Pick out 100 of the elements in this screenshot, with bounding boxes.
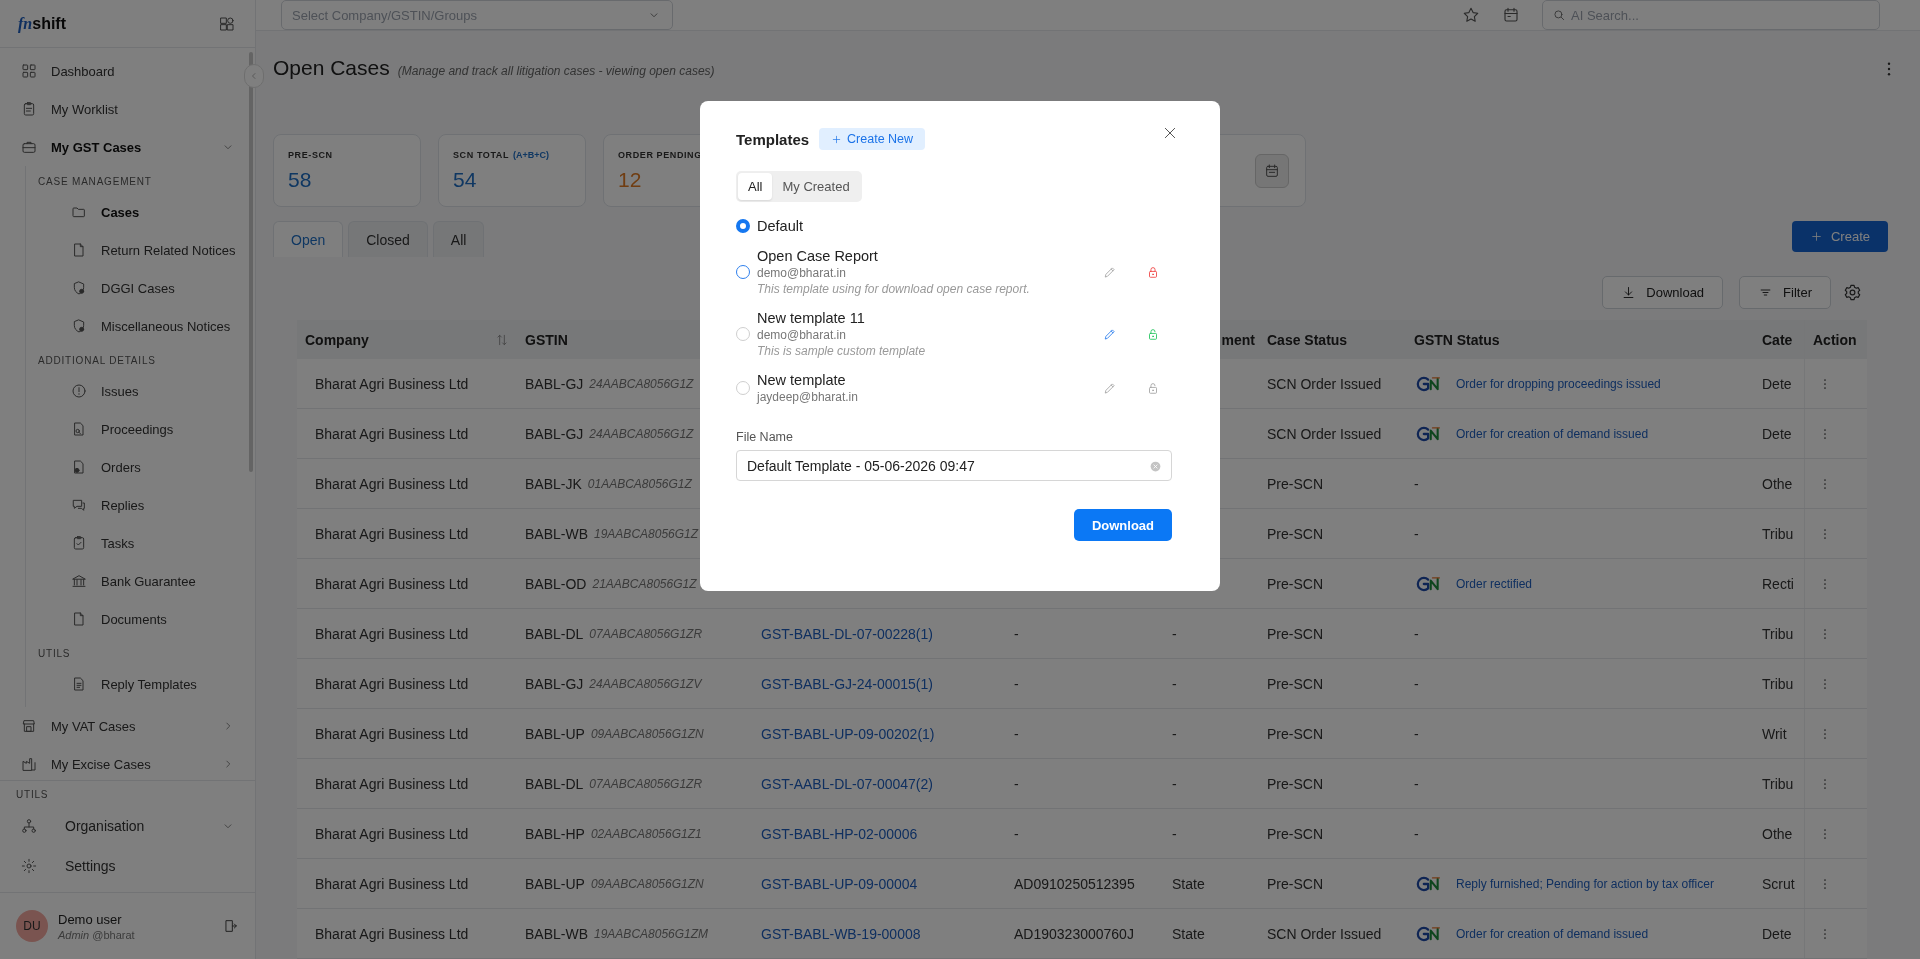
- nav-item[interactable]: DGGI Cases: [26, 269, 255, 307]
- nav-item[interactable]: Replies: [26, 486, 255, 524]
- radio-button[interactable]: [736, 219, 750, 233]
- calendar-button[interactable]: [1255, 153, 1289, 188]
- create-button[interactable]: Create: [1791, 221, 1888, 252]
- folder-icon: [71, 204, 87, 220]
- user-name: Demo user: [58, 911, 123, 927]
- table-cell: -: [1172, 725, 1177, 742]
- case-link[interactable]: GST-BABL-DL-07-00228(1): [761, 625, 933, 642]
- pencil-icon[interactable]: [1103, 265, 1117, 279]
- download-button[interactable]: Download: [1073, 509, 1172, 541]
- gstn-logo-icon: [1416, 924, 1442, 943]
- company-name: Bharat Agri Business Ltd: [315, 875, 469, 892]
- clear-icon[interactable]: [1149, 460, 1162, 473]
- table-cell: State: [1172, 925, 1205, 942]
- gstin-code: BABL-DL: [525, 775, 584, 792]
- dialog-title: Templates: [736, 130, 810, 148]
- gstin-number: 19AABCA8056G1ZM: [594, 926, 709, 941]
- page-tab[interactable]: Closed: [348, 221, 428, 257]
- page-subtitle: (Manage and track all litigation cases - viewing open cases): [397, 64, 715, 78]
- case-link[interactable]: GST-BABL-UP-09-00202(1): [761, 725, 935, 742]
- gstin-number: 02AABCA8056G1Z1: [590, 826, 702, 841]
- alert-icon: [71, 383, 87, 399]
- nav-item[interactable]: Miscellaneous Notices: [26, 307, 255, 345]
- nav-item[interactable]: Settings: [0, 846, 255, 886]
- plus-icon: [831, 133, 843, 145]
- gstn-logo-icon: [1416, 874, 1442, 893]
- nav-item[interactable]: Orders: [26, 448, 255, 486]
- stat-value: 54: [453, 168, 478, 192]
- pencil-icon[interactable]: [1103, 327, 1117, 341]
- lock-icon[interactable]: [1146, 265, 1160, 279]
- nav-item[interactable]: My VAT Cases: [0, 707, 255, 745]
- filter-button[interactable]: Filter: [1739, 276, 1831, 309]
- template-name: Default: [757, 218, 804, 234]
- table-cell: -: [1172, 625, 1177, 642]
- category-cell: Othe: [1762, 475, 1793, 492]
- logout-icon[interactable]: [223, 918, 239, 934]
- template-name: Open Case Report: [757, 248, 879, 264]
- sort-icon[interactable]: [495, 332, 509, 347]
- category-cell: Recti: [1762, 575, 1794, 592]
- case-status: Pre-SCN: [1267, 625, 1323, 642]
- section-label: UTILS: [37, 647, 72, 661]
- case-link[interactable]: GST-BABL-GJ-24-00015(1): [761, 675, 933, 692]
- nav-item[interactable]: Issues: [26, 372, 255, 410]
- company-name: Bharat Agri Business Ltd: [315, 725, 469, 742]
- filter-tab[interactable]: My Created: [772, 173, 860, 200]
- template-owner: demo@bharat.in: [757, 328, 847, 342]
- case-link[interactable]: GST-AABL-DL-07-00047(2): [761, 775, 933, 792]
- download-button[interactable]: Download: [1602, 276, 1724, 309]
- category-cell: Othe: [1762, 825, 1793, 842]
- file-name-field[interactable]: Default Template - 05-06-2026 09:47: [736, 450, 1172, 481]
- page-tab[interactable]: All: [432, 221, 485, 257]
- stat-value: 58: [288, 168, 313, 192]
- close-icon[interactable]: [1162, 125, 1178, 141]
- stat-value: 12: [618, 168, 643, 192]
- category-cell: Writ: [1762, 725, 1787, 742]
- nav-item[interactable]: Proceedings: [26, 410, 255, 448]
- table-cell: AD190323000760J: [1014, 925, 1134, 942]
- briefcase-icon: [21, 139, 37, 155]
- template-owner: demo@bharat.in: [757, 266, 847, 280]
- table-cell: -: [1172, 675, 1177, 692]
- gstin-code: BABL-UP: [525, 725, 585, 742]
- gstin-code: BABL-WB: [525, 925, 588, 942]
- case-status: Pre-SCN: [1267, 675, 1323, 692]
- network-icon: [21, 818, 37, 834]
- nav-item[interactable]: My Excise Cases: [0, 745, 255, 780]
- gstin-code: BABL-GJ: [525, 425, 584, 442]
- star-icon[interactable]: [1462, 6, 1480, 24]
- nav-item[interactable]: Bank Guarantee: [26, 562, 255, 600]
- create-new-button[interactable]: Create New: [819, 128, 926, 150]
- pencil-icon[interactable]: [1103, 381, 1117, 395]
- column-header: Action: [1813, 331, 1857, 348]
- page-tab[interactable]: Open: [273, 221, 344, 257]
- gstin-number: 24AABCA8056G1ZV: [589, 676, 702, 691]
- lock-icon[interactable]: [1146, 381, 1160, 395]
- calendar-icon[interactable]: [1502, 6, 1520, 24]
- nav-item[interactable]: Reply Templates: [26, 665, 255, 703]
- gstin-code: BABL-OD: [525, 575, 587, 592]
- company-name: Bharat Agri Business Ltd: [315, 675, 469, 692]
- section-label: ADDITIONAL DETAILS: [37, 354, 157, 368]
- column-header[interactable]: Company: [305, 331, 369, 348]
- column-header: Case Status: [1267, 331, 1348, 348]
- filter-tab[interactable]: All: [738, 173, 773, 200]
- collapse-button[interactable]: [244, 64, 264, 88]
- nav-item[interactable]: Organisation: [0, 806, 255, 846]
- case-link[interactable]: GST-BABL-WB-19-00008: [761, 925, 921, 942]
- template-description: This is sample custom template: [757, 344, 927, 358]
- company-name: Bharat Agri Business Ltd: [315, 775, 469, 792]
- gstn-logo-icon: [1416, 574, 1442, 593]
- case-link[interactable]: GST-BABL-UP-09-00004: [761, 875, 918, 892]
- nav-item[interactable]: Cases: [26, 193, 255, 231]
- gstn-status: -: [1414, 775, 1419, 792]
- lock-icon[interactable]: [1146, 327, 1160, 341]
- nav-item[interactable]: Return Related Notices: [26, 231, 255, 269]
- case-link[interactable]: GST-BABL-HP-02-00006: [761, 825, 918, 842]
- table-cell: State: [1172, 875, 1205, 892]
- nav-item[interactable]: Tasks: [26, 524, 255, 562]
- apps-icon[interactable]: [219, 15, 235, 32]
- nav-item[interactable]: Documents: [26, 600, 255, 638]
- company-name: Bharat Agri Business Ltd: [315, 425, 469, 442]
